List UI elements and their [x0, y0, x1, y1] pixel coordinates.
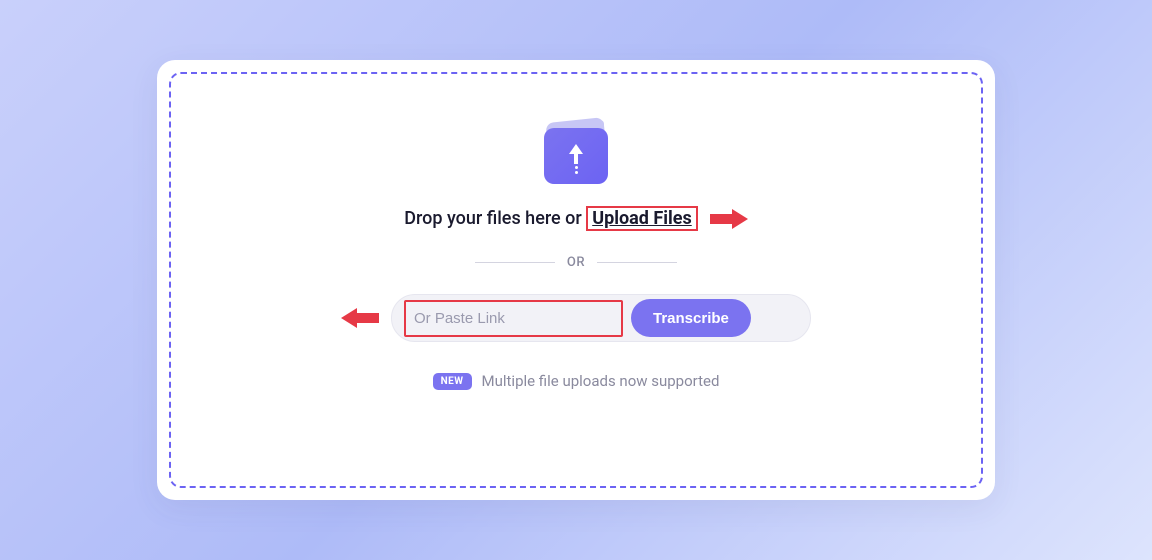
drop-text-prefix: Drop your files here or: [404, 208, 586, 229]
dropzone[interactable]: Drop your files here or Upload Files OR …: [169, 72, 983, 488]
drop-text-row: Drop your files here or Upload Files: [404, 208, 747, 229]
link-input-container: Transcribe: [391, 294, 811, 342]
placeholder-highlight-box: [404, 300, 623, 337]
transcribe-button[interactable]: Transcribe: [631, 299, 751, 337]
new-badge: NEW: [433, 373, 472, 390]
divider-line-left: [475, 262, 555, 263]
divider-label: OR: [567, 255, 585, 270]
upload-files-link[interactable]: Upload Files: [586, 206, 698, 231]
footer-info: NEW Multiple file uploads now supported: [433, 372, 720, 390]
upload-folder-icon: [540, 116, 612, 184]
drop-instruction: Drop your files here or Upload Files: [404, 208, 697, 229]
upload-card: Drop your files here or Upload Files OR …: [157, 60, 995, 500]
footer-text: Multiple file uploads now supported: [482, 372, 720, 390]
link-input-row: Transcribe: [341, 294, 811, 342]
paste-link-input[interactable]: [408, 304, 619, 333]
divider-line-right: [597, 262, 677, 263]
divider: OR: [475, 255, 677, 270]
arrow-right-icon: [341, 308, 379, 328]
arrow-left-icon: [710, 209, 748, 229]
